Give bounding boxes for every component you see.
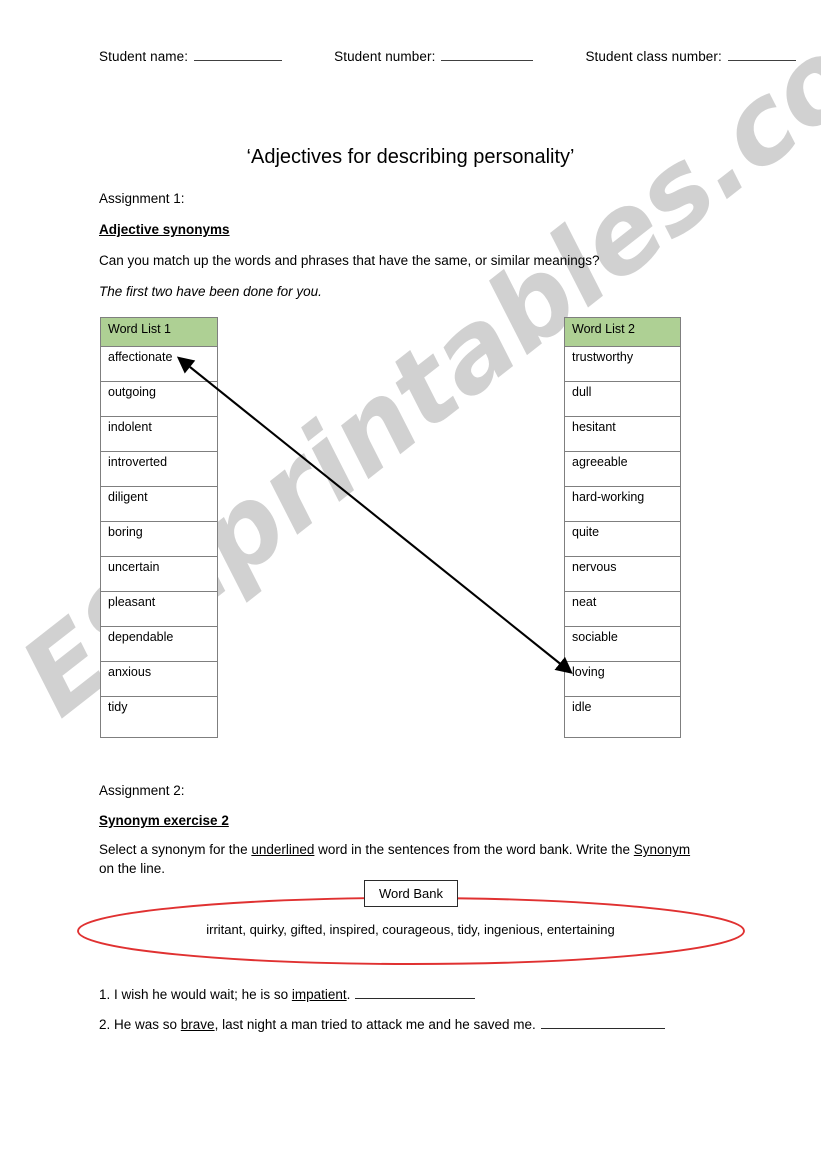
student-number-label: Student number: <box>334 49 436 64</box>
instruction-text-1: Select a synonym for the <box>99 842 252 857</box>
instruction-text-3: on the line. <box>99 861 166 877</box>
student-name-label: Student name: <box>99 49 189 64</box>
sentence-1-answer-blank[interactable] <box>355 986 476 999</box>
word-list-1-item[interactable]: uncertain <box>100 556 218 592</box>
word-list-2-item[interactable]: quite <box>564 521 681 557</box>
sentence-2-underlined-word: brave <box>180 1017 215 1032</box>
table-row: affectionate <box>100 346 218 382</box>
word-list-2-table: Word List 2 trustworthy dull hesitant ag… <box>564 317 681 738</box>
student-name-blank[interactable] <box>194 48 283 61</box>
table-row: loving <box>564 661 681 697</box>
table-row: hard-working <box>564 486 681 522</box>
word-list-2-item[interactable]: sociable <box>564 626 681 662</box>
word-list-1-header: Word List 1 <box>100 317 218 347</box>
exercise-sentence-2: 2. He was so brave, last night a man tri… <box>99 1016 665 1032</box>
sentence-1-after: . <box>346 987 351 1002</box>
word-list-1-item[interactable]: anxious <box>100 661 218 697</box>
word-list-1-item[interactable]: introverted <box>100 451 218 487</box>
table-row: introverted <box>100 451 218 487</box>
student-number-field: Student number: <box>334 48 534 64</box>
instruction-text-2: word in the sentences from the word bank… <box>314 842 634 857</box>
table-row: indolent <box>100 416 218 452</box>
table-row: anxious <box>100 661 218 697</box>
word-list-2-header: Word List 2 <box>564 317 681 347</box>
table-row: boring <box>100 521 218 557</box>
table-row: Word List 2 <box>564 317 681 347</box>
table-row: neat <box>564 591 681 627</box>
word-bank-label: Word Bank <box>378 886 444 901</box>
select-synonym-instruction: Select a synonym for the underlined word… <box>99 840 699 878</box>
table-row: tidy <box>100 696 218 738</box>
table-row: nervous <box>564 556 681 592</box>
student-number-blank[interactable] <box>441 48 534 61</box>
table-row: diligent <box>100 486 218 522</box>
student-class-number-blank[interactable] <box>727 48 796 61</box>
word-list-1-item[interactable]: affectionate <box>100 346 218 382</box>
word-list-1-table: Word List 1 affectionate outgoing indole… <box>100 317 218 738</box>
synonym-exercise-heading: Synonym exercise 2 <box>99 813 229 828</box>
adjective-synonyms-heading: Adjective synonyms <box>99 222 230 237</box>
table-row: quite <box>564 521 681 557</box>
word-list-1-item[interactable]: pleasant <box>100 591 218 627</box>
first-two-done-note: The first two have been done for you. <box>99 284 322 299</box>
word-list-1-item[interactable]: boring <box>100 521 218 557</box>
word-list-2-item[interactable]: dull <box>564 381 681 417</box>
table-row: outgoing <box>100 381 218 417</box>
student-info-header: Student name: Student number: Student clas… <box>99 48 796 64</box>
table-row: idle <box>564 696 681 738</box>
instruction-underlined-1: underlined <box>251 842 315 857</box>
match-instruction: Can you match up the words and phrases t… <box>99 253 600 268</box>
word-list-2-item[interactable]: trustworthy <box>564 346 681 382</box>
instruction-underlined-2: Synonym <box>633 842 691 857</box>
table-row: pleasant <box>100 591 218 627</box>
sentence-2-answer-blank[interactable] <box>540 1016 665 1029</box>
table-row: Word List 1 <box>100 317 218 347</box>
word-bank-words: irritant, quirky, gifted, inspired, cour… <box>206 922 615 937</box>
table-row: dependable <box>100 626 218 662</box>
word-list-1-item[interactable]: indolent <box>100 416 218 452</box>
word-list-1-item[interactable]: diligent <box>100 486 218 522</box>
table-row: sociable <box>564 626 681 662</box>
table-row: dull <box>564 381 681 417</box>
table-row: uncertain <box>100 556 218 592</box>
assignment-1-label: Assignment 1: <box>99 191 185 206</box>
sentence-1-number: 1. <box>99 987 111 1002</box>
word-list-2-item[interactable]: idle <box>564 696 681 738</box>
word-list-2-item[interactable]: nervous <box>564 556 681 592</box>
word-list-2-item[interactable]: hard-working <box>564 486 681 522</box>
table-row: hesitant <box>564 416 681 452</box>
student-class-number-field: Student class number: <box>585 48 796 64</box>
word-list-1-item[interactable]: dependable <box>100 626 218 662</box>
word-list-2-item[interactable]: agreeable <box>564 451 681 487</box>
word-list-2-item[interactable]: hesitant <box>564 416 681 452</box>
sentence-2-before: He was so <box>110 1017 181 1032</box>
word-list-2-item[interactable]: loving <box>564 661 681 697</box>
student-name-field: Student name: <box>99 48 283 64</box>
word-list-2-item[interactable]: neat <box>564 591 681 627</box>
table-row: agreeable <box>564 451 681 487</box>
assignment-2-label: Assignment 2: <box>99 783 185 798</box>
sentence-1-before: I wish he would wait; he is so <box>110 987 292 1002</box>
sentence-1-underlined-word: impatient <box>291 987 347 1002</box>
word-list-1-item[interactable]: outgoing <box>100 381 218 417</box>
sentence-2-number: 2. <box>99 1017 111 1032</box>
word-bank-label-box: Word Bank <box>364 880 458 907</box>
page-title: ‘Adjectives for describing personality’ <box>246 146 575 168</box>
table-row: trustworthy <box>564 346 681 382</box>
student-class-number-label: Student class number: <box>585 49 722 64</box>
word-list-1-item[interactable]: tidy <box>100 696 218 738</box>
sentence-2-after: , last night a man tried to attack me an… <box>214 1017 536 1032</box>
worksheet-page: ESLprintables.com Student name: Student n… <box>0 0 821 1161</box>
exercise-sentence-1: 1. I wish he would wait; he is so impati… <box>99 986 476 1002</box>
